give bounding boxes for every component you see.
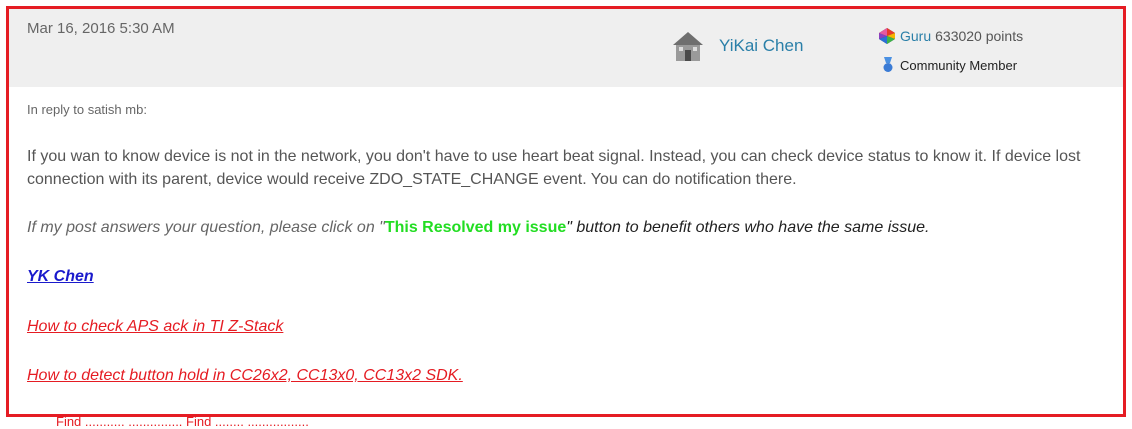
aps-ack-link[interactable]: How to check APS ack in TI Z-Stack [27, 318, 283, 336]
member-badge: Community Member [882, 57, 1017, 73]
rank-block: Guru 633020 points [878, 27, 1023, 45]
button-hold-link[interactable]: How to detect button hold in CC26x2, CC1… [27, 367, 463, 385]
author-block[interactable]: YiKai Chen [671, 26, 803, 66]
post-header: Mar 16, 2016 5:30 AM YiKai Chen Guru 633… [9, 9, 1123, 87]
medal-icon [883, 57, 893, 72]
post-card: Mar 16, 2016 5:30 AM YiKai Chen Guru 633… [6, 6, 1126, 417]
signature-line: If my post answers your question, please… [27, 219, 929, 237]
resolved-button-reference: This Resolved my issue [384, 219, 567, 236]
avatar-icon[interactable] [671, 29, 705, 63]
author-name-link[interactable]: YiKai Chen [719, 36, 803, 56]
rank-label[interactable]: Guru [900, 28, 931, 44]
reply-to-label: In reply to satish mb: [27, 102, 147, 117]
rank-points: 633020 points [935, 28, 1024, 44]
signature-name-link[interactable]: YK Chen [27, 268, 94, 286]
signature-suffix: " button to benefit others who have the … [566, 219, 930, 236]
guru-gem-icon [879, 28, 895, 44]
post-body: If you wan to know device is not in the … [27, 148, 1081, 188]
cut-off-links: Find ........... ............... Find ..… [56, 414, 309, 429]
signature-prefix: If my post answers your question, please… [27, 219, 385, 236]
post-date: Mar 16, 2016 5:30 AM [27, 20, 175, 37]
member-label: Community Member [900, 57, 1018, 73]
